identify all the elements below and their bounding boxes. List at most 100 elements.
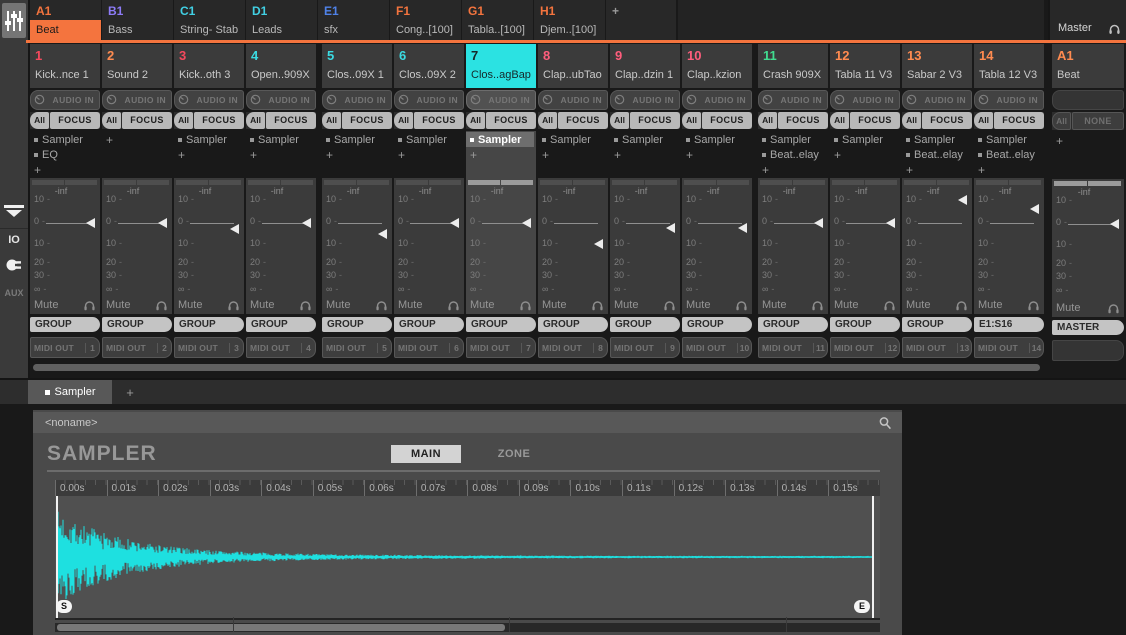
plugin-slot[interactable]: Sampler: [394, 132, 464, 147]
tab-zone[interactable]: ZONE: [479, 445, 549, 463]
group-button[interactable]: GROUP: [758, 317, 828, 332]
focus-button[interactable]: FOCUS: [850, 112, 900, 130]
group-button[interactable]: GROUP: [102, 317, 172, 332]
audio-in-button[interactable]: AUDIO IN: [974, 90, 1044, 110]
headphone-icon[interactable]: [591, 300, 604, 311]
all-button[interactable]: All: [394, 112, 413, 130]
group-tab-E1[interactable]: E1 sfx: [318, 0, 389, 40]
channel-header[interactable]: 3 Kick..oth 3: [174, 44, 244, 88]
group-button[interactable]: GROUP: [174, 317, 244, 332]
search-icon[interactable]: [878, 416, 892, 430]
group-button[interactable]: E1:S16: [974, 317, 1044, 332]
sample-start-line[interactable]: [56, 496, 58, 618]
group-button[interactable]: GROUP: [394, 317, 464, 332]
audio-in-button[interactable]: AUDIO IN: [322, 90, 392, 110]
plugin-slot[interactable]: Sampler: [322, 132, 392, 147]
group-button[interactable]: GROUP: [682, 317, 752, 332]
add-plugin-slot[interactable]: +: [466, 147, 536, 162]
plugin-slot[interactable]: Sampler: [974, 132, 1044, 147]
add-plugin-slot[interactable]: +: [758, 162, 828, 177]
headphone-icon[interactable]: [883, 300, 896, 311]
headphone-icon[interactable]: [955, 300, 968, 311]
fader-handle[interactable]: [1030, 204, 1039, 214]
audio-in-button[interactable]: AUDIO IN: [682, 90, 752, 110]
audio-in-button[interactable]: AUDIO IN: [174, 90, 244, 110]
group-button[interactable]: GROUP: [610, 317, 680, 332]
plug-toggle[interactable]: [0, 258, 28, 272]
focus-button[interactable]: FOCUS: [922, 112, 972, 130]
focus-button[interactable]: NONE: [1072, 112, 1124, 130]
add-plugin-slot[interactable]: +: [30, 162, 100, 177]
add-group-tab[interactable]: +: [606, 0, 676, 40]
mute-button[interactable]: Mute: [178, 299, 202, 311]
start-marker[interactable]: S: [56, 600, 72, 613]
midi-out-button[interactable]: MIDI OUT 1: [30, 337, 100, 358]
channel-header[interactable]: 1 Kick..nce 1: [30, 44, 100, 88]
plugin-slot[interactable]: Beat..elay: [974, 147, 1044, 162]
mute-button[interactable]: Mute: [614, 299, 638, 311]
all-button[interactable]: All: [758, 112, 777, 130]
mute-button[interactable]: Mute: [762, 299, 786, 311]
add-plugin-slot[interactable]: +: [830, 147, 900, 162]
midi-out-button[interactable]: MIDI OUT 4: [246, 337, 316, 358]
midi-out-button[interactable]: MIDI OUT 10: [682, 337, 752, 358]
audio-in-button[interactable]: AUDIO IN: [466, 90, 536, 110]
add-plugin-slot[interactable]: +: [902, 162, 972, 177]
midi-out-button[interactable]: MIDI OUT 14: [974, 337, 1044, 358]
mute-button[interactable]: Mute: [398, 299, 422, 311]
fader-handle[interactable]: [886, 218, 895, 228]
all-button[interactable]: All: [830, 112, 849, 130]
focus-button[interactable]: FOCUS: [414, 112, 464, 130]
mixer-view-button[interactable]: [2, 3, 26, 38]
plugin-slot[interactable]: Sampler: [30, 132, 100, 147]
fader-handle[interactable]: [522, 218, 531, 228]
channel-header[interactable]: 10 Clap..kzion: [682, 44, 752, 88]
tab-sampler[interactable]: Sampler: [28, 380, 112, 404]
sample-name-field[interactable]: <noname>: [33, 417, 878, 429]
all-button[interactable]: All: [102, 112, 121, 130]
group-tab-F1[interactable]: F1 Cong..[100]: [390, 0, 461, 40]
all-button[interactable]: All: [902, 112, 921, 130]
focus-button[interactable]: FOCUS: [994, 112, 1044, 130]
group-button[interactable]: GROUP: [246, 317, 316, 332]
focus-button[interactable]: FOCUS: [122, 112, 172, 130]
headphone-icon[interactable]: [663, 300, 676, 311]
mixer-horizontal-scrollbar[interactable]: [33, 364, 1040, 371]
group-button[interactable]: GROUP: [322, 317, 392, 332]
group-tab-D1[interactable]: D1 Leads: [246, 0, 317, 40]
focus-button[interactable]: FOCUS: [194, 112, 244, 130]
midi-out-button[interactable]: MIDI OUT 3: [174, 337, 244, 358]
midi-out-button[interactable]: MIDI OUT 6: [394, 337, 464, 358]
headphone-icon[interactable]: [447, 300, 460, 311]
fader-handle[interactable]: [302, 218, 311, 228]
audio-in-button[interactable]: AUDIO IN: [246, 90, 316, 110]
fader-handle[interactable]: [594, 239, 603, 249]
group-button[interactable]: GROUP: [538, 317, 608, 332]
aux-toggle[interactable]: AUX: [0, 288, 28, 298]
headphone-icon[interactable]: [519, 300, 532, 311]
plugin-slot[interactable]: Beat..elay: [758, 147, 828, 162]
focus-button[interactable]: FOCUS: [266, 112, 316, 130]
midi-out-button[interactable]: MIDI OUT 8: [538, 337, 608, 358]
headphone-icon[interactable]: [1107, 303, 1120, 314]
master-tab[interactable]: Master: [1048, 0, 1126, 40]
focus-button[interactable]: FOCUS: [778, 112, 828, 130]
waveform-display[interactable]: S E: [55, 496, 880, 620]
fader-handle[interactable]: [378, 229, 387, 239]
all-button[interactable]: All: [538, 112, 557, 130]
mute-button[interactable]: Mute: [326, 299, 350, 311]
add-plugin-slot[interactable]: +: [246, 147, 316, 162]
mute-button[interactable]: Mute: [978, 299, 1002, 311]
plugin-slot[interactable]: Sampler: [682, 132, 752, 147]
headphone-icon[interactable]: [735, 300, 748, 311]
channel-header[interactable]: 9 Clap..dzin 1: [610, 44, 680, 88]
add-plugin-slot[interactable]: +: [322, 147, 392, 162]
focus-button[interactable]: FOCUS: [342, 112, 392, 130]
all-button[interactable]: All: [246, 112, 265, 130]
midi-out-button[interactable]: MIDI OUT 13: [902, 337, 972, 358]
all-button[interactable]: All: [466, 112, 485, 130]
all-button[interactable]: All: [30, 112, 49, 130]
io-toggle[interactable]: IO: [0, 234, 28, 246]
mute-button[interactable]: Mute: [834, 299, 858, 311]
waveform-scrollbar[interactable]: [55, 623, 880, 632]
